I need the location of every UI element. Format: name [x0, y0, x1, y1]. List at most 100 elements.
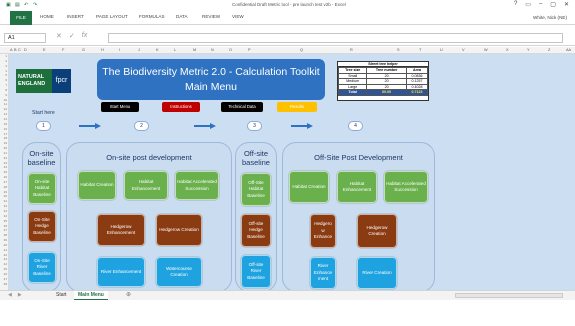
- column-header[interactable]: X: [506, 47, 509, 54]
- tree-total-area: 0.7123: [405, 89, 429, 96]
- banner-subtitle: Main Menu: [185, 81, 237, 93]
- column-header[interactable]: T: [419, 47, 421, 54]
- onsite-river-enhancement-button[interactable]: River Enhancement: [97, 257, 145, 287]
- column-header[interactable]: M: [193, 47, 196, 54]
- user-account[interactable]: White, Nick (NE): [533, 15, 567, 20]
- results-button[interactable]: Results: [277, 102, 317, 112]
- ribbon-display-button[interactable]: ▭: [525, 1, 531, 8]
- technical-data-button[interactable]: Technical Data: [221, 102, 263, 112]
- cancel-icon[interactable]: ✕: [56, 32, 62, 40]
- column-header[interactable]: G: [82, 47, 85, 54]
- close-button[interactable]: ✕: [564, 1, 569, 8]
- sheet-tab-start[interactable]: Start: [52, 291, 71, 300]
- onsite-habitat-enhancement-button[interactable]: Habitat Enhancement: [124, 171, 168, 200]
- column-header[interactable]: N: [211, 47, 214, 54]
- offsite-habitat-accelerated-succession-button[interactable]: Habitat Accelerated Succession: [384, 171, 428, 203]
- ribbon-tabs: FILE HOME INSERT PAGE LAYOUT FORMULAS DA…: [0, 11, 575, 25]
- arrow-right-icon: [79, 123, 101, 129]
- panel-title: Off-site baseline: [242, 149, 270, 167]
- start-menu-button[interactable]: Start Menu: [101, 102, 139, 112]
- onsite-habitat-baseline-button[interactable]: On-site Habitat Baseline: [28, 173, 56, 204]
- offsite-hedgerow-enhancement-button[interactable]: Hedgero w Enhance: [310, 214, 336, 248]
- tab-formulas[interactable]: FORMULAS: [139, 14, 165, 19]
- column-header[interactable]: AA: [566, 47, 571, 54]
- enter-icon[interactable]: ✓: [69, 32, 75, 40]
- offsite-hedge-baseline-button[interactable]: Off-site Hedge Baseline: [241, 214, 271, 247]
- tab-file[interactable]: FILE: [10, 11, 32, 25]
- offsite-river-creation-button[interactable]: River Creation: [357, 257, 397, 289]
- column-header[interactable]: H: [101, 47, 104, 54]
- column-header[interactable]: K: [156, 47, 159, 54]
- window-controls: ? ▭ – ▢ ✕: [514, 1, 569, 8]
- offsite-habitat-enhancement-button[interactable]: Habitat Enhancement: [337, 171, 377, 203]
- natural-england-logo: NATURAL ENGLAND: [16, 69, 52, 93]
- step-2-badge: 2: [134, 121, 149, 131]
- prev-sheet-icon[interactable]: ◀: [8, 292, 12, 298]
- onsite-watercourse-creation-button[interactable]: Watercourse Creation: [156, 257, 202, 287]
- column-header[interactable]: B: [14, 47, 17, 54]
- onsite-hedge-baseline-button[interactable]: On-Site Hedge Baseline: [28, 211, 56, 242]
- column-header[interactable]: Q: [300, 47, 303, 54]
- tab-home[interactable]: HOME: [40, 14, 54, 19]
- column-header[interactable]: F: [62, 47, 64, 54]
- fx-icon[interactable]: fx: [82, 32, 87, 40]
- tab-page-layout[interactable]: PAGE LAYOUT: [96, 14, 128, 19]
- column-header[interactable]: Y: [527, 47, 530, 54]
- column-header[interactable]: A: [10, 47, 13, 54]
- column-header[interactable]: V: [462, 47, 465, 54]
- step-3-badge: 3: [247, 121, 262, 131]
- offsite-river-baseline-button[interactable]: Off-site River Baseline: [241, 255, 271, 288]
- help-button[interactable]: ?: [514, 1, 517, 8]
- undo-icon[interactable]: ↶: [24, 2, 30, 8]
- column-header[interactable]: P: [248, 47, 251, 54]
- onsite-hedgerow-creation-button[interactable]: Hedgerow Creation: [156, 214, 202, 246]
- street-tree-helper: Street tree helper Tree size Tree number…: [337, 61, 429, 101]
- column-header[interactable]: O: [229, 47, 232, 54]
- save-icon[interactable]: ▤: [15, 2, 21, 8]
- tab-view[interactable]: VIEW: [232, 14, 244, 19]
- column-header[interactable]: E: [43, 47, 46, 54]
- quick-access-toolbar: ▣ ▤ ↶ ↷: [6, 2, 39, 8]
- column-header[interactable]: R: [350, 47, 353, 54]
- offsite-habitat-baseline-button[interactable]: Off-Site Habitat Baseline: [241, 173, 271, 206]
- tree-total-number: 60.00: [366, 89, 407, 96]
- tab-review[interactable]: REVIEW: [202, 14, 220, 19]
- title-banner: The Biodiversity Metric 2.0 - Calculatio…: [97, 59, 325, 100]
- onsite-habitat-accelerated-succession-button[interactable]: Habitat Accelerated Succession: [175, 171, 219, 200]
- sheet-tabs-bar: ◀ ▶ Start Main Menu ⊕: [0, 290, 575, 300]
- instructions-button[interactable]: Instructions: [162, 102, 200, 112]
- column-header[interactable]: U: [440, 47, 443, 54]
- arrow-right-icon: [291, 123, 313, 129]
- row-header[interactable]: 48: [0, 282, 8, 287]
- offsite-habitat-creation-button[interactable]: Habitat Creation: [289, 171, 329, 203]
- column-header[interactable]: Z: [548, 47, 550, 54]
- onsite-river-baseline-button[interactable]: On-Site River Baseline: [28, 252, 56, 283]
- name-box[interactable]: A1: [4, 33, 46, 43]
- column-header[interactable]: C: [18, 47, 21, 54]
- redo-icon[interactable]: ↷: [33, 2, 39, 8]
- tab-data[interactable]: DATA: [176, 14, 188, 19]
- offsite-river-enhancement-button[interactable]: River Enhance ment: [310, 257, 336, 289]
- sheet-tab-main-menu[interactable]: Main Menu: [74, 291, 108, 300]
- onsite-habitat-creation-button[interactable]: Habitat Creation: [78, 171, 116, 200]
- column-header[interactable]: L: [174, 47, 176, 54]
- column-header[interactable]: I: [119, 47, 120, 54]
- status-area: [0, 300, 575, 326]
- column-header[interactable]: J: [138, 47, 140, 54]
- offsite-hedgerow-creation-button[interactable]: Hedgerow Creation: [357, 214, 397, 248]
- column-header[interactable]: D: [24, 47, 27, 54]
- title-bar: ▣ ▤ ↶ ↷ Confidential Draft Metric tool -…: [0, 0, 575, 11]
- formula-input[interactable]: [108, 33, 563, 43]
- maximize-button[interactable]: ▢: [550, 1, 556, 8]
- add-sheet-button[interactable]: ⊕: [126, 291, 131, 300]
- minimize-button[interactable]: –: [539, 1, 542, 8]
- arrow-right-icon: [194, 123, 216, 129]
- step-1-badge: 1: [36, 121, 51, 131]
- onsite-post-development-panel: On-site post development: [66, 142, 232, 290]
- next-sheet-icon[interactable]: ▶: [18, 292, 22, 298]
- column-header[interactable]: W: [484, 47, 488, 54]
- onsite-hedgerow-enhancement-button[interactable]: Hedgerow Enhancement: [97, 214, 145, 246]
- column-header[interactable]: S: [397, 47, 400, 54]
- horizontal-scrollbar[interactable]: [455, 293, 563, 298]
- tab-insert[interactable]: INSERT: [67, 14, 84, 19]
